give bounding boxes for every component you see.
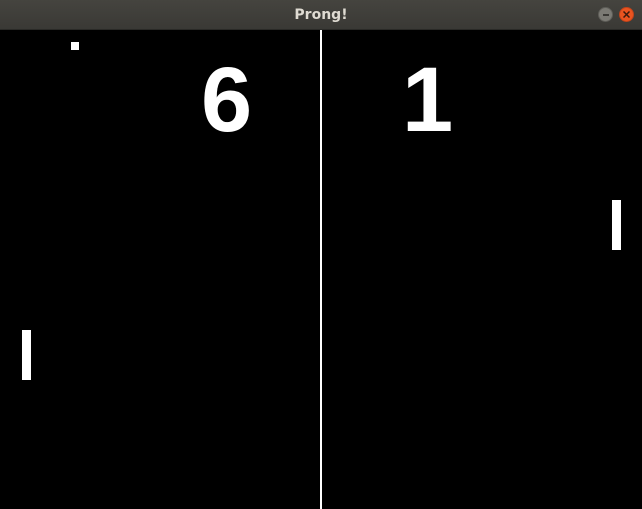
playfield: 6 1 [0, 30, 642, 509]
right-paddle [612, 200, 621, 250]
close-icon [623, 11, 630, 18]
right-player-score: 1 [402, 49, 454, 151]
title-bar[interactable]: Prong! [0, 0, 642, 30]
center-net [320, 30, 322, 509]
minimize-button[interactable] [598, 7, 613, 22]
window-title: Prong! [294, 7, 348, 23]
left-paddle [22, 330, 31, 380]
left-player-score: 6 [201, 49, 253, 151]
ball [71, 42, 79, 50]
game-window: Prong! 6 1 [0, 0, 642, 509]
close-button[interactable] [619, 7, 634, 22]
